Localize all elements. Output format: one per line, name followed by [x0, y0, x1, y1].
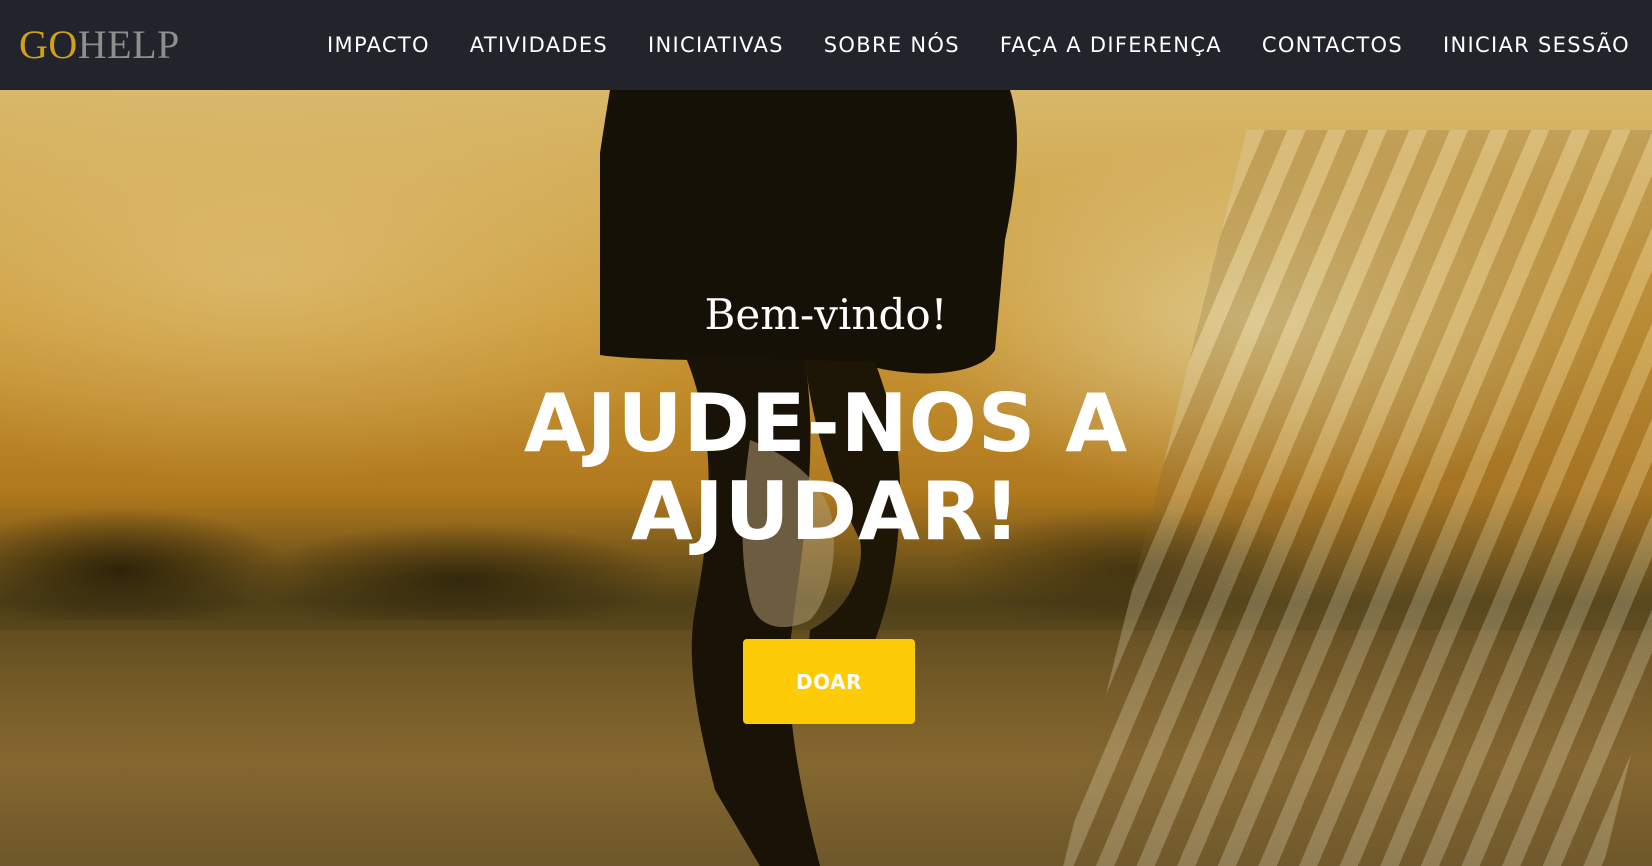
nav-link-faca-a-diferenca[interactable]: FAÇA A DIFERENÇA: [1000, 33, 1222, 57]
nav-link-atividades[interactable]: ATIVIDADES: [470, 33, 608, 57]
top-navbar: GOHELP IMPACTO ATIVIDADES INICIATIVAS SO…: [0, 0, 1652, 90]
brand-go: GO: [19, 22, 78, 67]
donate-button[interactable]: DOAR: [743, 639, 915, 724]
nav-link-contactos[interactable]: CONTACTOS: [1262, 33, 1403, 57]
nav-link-iniciar-sessao[interactable]: INICIAR SESSÃO: [1443, 33, 1630, 57]
hero-section: Bem-vindo! AJUDE-NOS A AJUDAR! DOAR: [0, 90, 1652, 866]
hero-welcome-text: Bem-vindo!: [704, 290, 948, 339]
main-nav: IMPACTO ATIVIDADES INICIATIVAS SOBRE NÓS…: [287, 0, 1630, 90]
hero-content: Bem-vindo! AJUDE-NOS A AJUDAR! DOAR: [0, 90, 1652, 866]
nav-link-sobre-nos[interactable]: SOBRE NÓS: [824, 33, 960, 57]
nav-link-iniciativas[interactable]: INICIATIVAS: [648, 33, 784, 57]
nav-link-impacto[interactable]: IMPACTO: [327, 33, 430, 57]
brand-logo[interactable]: GOHELP: [19, 22, 180, 68]
hero-headline: AJUDE-NOS A AJUDAR!: [523, 377, 1129, 558]
brand-help: HELP: [77, 22, 180, 67]
